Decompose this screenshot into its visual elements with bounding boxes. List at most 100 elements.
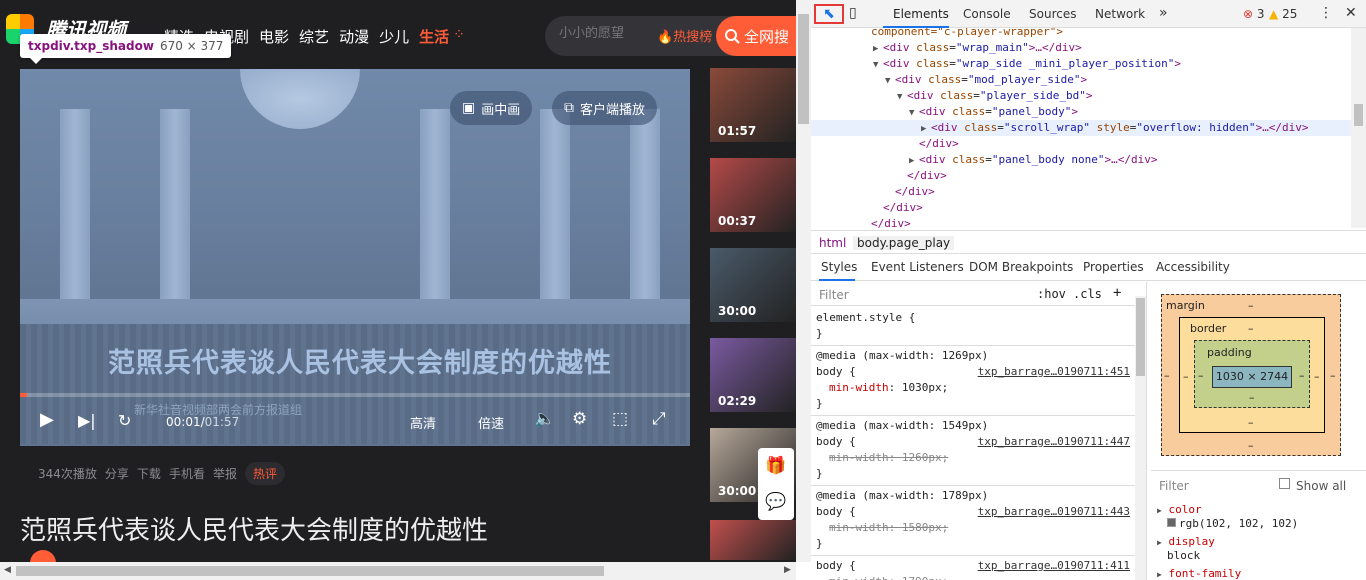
- dom-node[interactable]: ▶ <div class="panel_body none">…</div>: [909, 152, 1157, 168]
- playlist-item[interactable]: 01:57: [710, 68, 796, 142]
- search-button[interactable]: 全网搜: [716, 16, 796, 56]
- css-property[interactable]: min-width: 1260px;: [829, 450, 948, 466]
- dom-node[interactable]: ▼ <div class="panel_body">: [909, 104, 1078, 120]
- tab-sources[interactable]: Sources: [1029, 7, 1076, 21]
- fullscreen-icon[interactable]: ⤢: [652, 409, 666, 429]
- tab-styles[interactable]: Styles: [821, 260, 857, 274]
- tab-elements[interactable]: Elements: [893, 7, 949, 21]
- tab-console[interactable]: Console: [963, 7, 1011, 21]
- gift-icon[interactable]: 🎁: [758, 448, 794, 484]
- dom-node[interactable]: ▶ <div class="scroll_wrap" style="overflo…: [811, 120, 1351, 136]
- video-player[interactable]: ▣ 画中画 ⧉ 客户端播放 范照兵代表谈人民代表大会制度的优越性 新华社音视频部两会…: [20, 69, 690, 446]
- playlist-item[interactable]: 30:00: [710, 248, 796, 322]
- loop-icon[interactable]: ↻: [118, 411, 131, 430]
- warning-count[interactable]: ▲ 25: [1269, 7, 1297, 21]
- computed-property[interactable]: ▶ color: [1157, 503, 1202, 516]
- dom-node[interactable]: </div>: [897, 168, 947, 184]
- tab-network[interactable]: Network: [1095, 7, 1145, 21]
- dom-node[interactable]: </div>: [885, 184, 935, 200]
- computed-property[interactable]: ▶ display: [1157, 535, 1215, 548]
- css-property[interactable]: min-width: 1580px;: [829, 520, 948, 536]
- styles-scroll-thumb[interactable]: [1136, 298, 1145, 376]
- stylesheet-source-link[interactable]: txp_barrage…0190711:451: [978, 364, 1130, 380]
- search-input[interactable]: [559, 26, 669, 41]
- widescreen-icon[interactable]: ⬚: [612, 409, 628, 429]
- styles-filter-input[interactable]: Filter: [819, 288, 849, 302]
- share-link[interactable]: 分享: [105, 465, 129, 482]
- scroll-right-arrow-icon[interactable]: ▶: [784, 565, 791, 575]
- settings-gear-icon[interactable]: ⚙: [572, 409, 587, 429]
- dom-node[interactable]: </div>: [861, 216, 911, 228]
- comment-bubble-icon[interactable]: 💬: [758, 484, 794, 520]
- dom-node[interactable]: ▼ <div class="mod_player_side">: [885, 72, 1087, 88]
- dom-tree[interactable]: component="c-player-wrapper"> ▶ <div class…: [811, 28, 1366, 228]
- dom-scroll-thumb[interactable]: [1354, 104, 1363, 126]
- next-icon[interactable]: ▶|: [78, 411, 96, 430]
- kebab-menu-icon[interactable]: ⋮: [1319, 5, 1333, 21]
- css-property[interactable]: min-width: 1790px;: [829, 574, 948, 580]
- mobile-link[interactable]: 手机看: [169, 465, 205, 482]
- border-top-value: –: [1248, 322, 1254, 335]
- quality-button[interactable]: 高清: [410, 413, 436, 432]
- nav-item-kids[interactable]: 少儿: [379, 26, 409, 47]
- dom-node[interactable]: ▼ <div class="wrap_side _mini_player_posi…: [873, 56, 1181, 72]
- tab-dom-breakpoints[interactable]: DOM Breakpoints: [969, 260, 1073, 274]
- nav-item-anime[interactable]: 动漫: [339, 26, 369, 47]
- device-toggle-icon[interactable]: ▯: [849, 5, 857, 21]
- breadcrumb-html[interactable]: html: [815, 236, 850, 250]
- hov-toggle[interactable]: :hov: [1037, 287, 1066, 301]
- stylesheet-source-link[interactable]: txp_barrage…0190711:447: [978, 434, 1130, 450]
- stylesheet-source-link[interactable]: txp_barrage…0190711:443: [978, 504, 1130, 520]
- playlist-item[interactable]: 02:29: [710, 338, 796, 412]
- dom-node[interactable]: </div>: [909, 136, 959, 152]
- vertical-scrollbar[interactable]: [796, 0, 811, 562]
- pip-button[interactable]: ▣ 画中画: [450, 91, 533, 125]
- scroll-left-arrow-icon[interactable]: ◀: [4, 565, 11, 575]
- box-model-content[interactable]: 1030 × 2744: [1212, 366, 1292, 388]
- dom-scrollbar[interactable]: [1351, 28, 1366, 228]
- tab-event-listeners[interactable]: Event Listeners: [871, 260, 964, 274]
- dom-node[interactable]: </div>: [873, 200, 923, 216]
- tab-accessibility[interactable]: Accessibility: [1156, 260, 1230, 274]
- playlist-item[interactable]: [710, 520, 796, 560]
- cls-toggle[interactable]: .cls: [1073, 287, 1102, 301]
- dom-node[interactable]: ▼ <div class="player_side_bd">: [897, 88, 1092, 104]
- box-model-border[interactable]: border – – – – padding – – – 1030 × 2744: [1179, 317, 1325, 433]
- vertical-scroll-thumb[interactable]: [798, 14, 809, 124]
- css-property[interactable]: min-width: 1030px;: [829, 380, 948, 396]
- report-link[interactable]: 举报: [213, 465, 237, 482]
- hot-comment-button[interactable]: 热评: [244, 462, 285, 485]
- computed-filter-input[interactable]: Filter: [1159, 479, 1189, 493]
- tab-properties[interactable]: Properties: [1083, 260, 1144, 274]
- computed-property[interactable]: ▶ font-family: [1157, 567, 1241, 580]
- dom-node[interactable]: ▶ <div class="wrap_main">…</div>: [873, 40, 1082, 56]
- nav-item-variety[interactable]: 综艺: [299, 26, 329, 47]
- download-link[interactable]: 下载: [137, 465, 161, 482]
- progress-bar[interactable]: [20, 393, 690, 397]
- error-count[interactable]: ⊗ 3: [1243, 7, 1265, 21]
- show-all-checkbox[interactable]: [1279, 478, 1290, 489]
- nav-item-movie[interactable]: 电影: [259, 26, 289, 47]
- volume-icon[interactable]: 🔈: [534, 409, 555, 429]
- box-model-padding[interactable]: padding – – – 1030 × 2744: [1194, 340, 1310, 408]
- client-play-button[interactable]: ⧉ 客户端播放: [552, 91, 658, 125]
- speed-button[interactable]: 倍速: [478, 413, 504, 432]
- close-icon[interactable]: ✕: [1345, 5, 1357, 21]
- dom-node[interactable]: component="c-player-wrapper">: [861, 28, 1063, 40]
- playlist-item[interactable]: 00:37: [710, 158, 796, 232]
- more-tabs-chevron-icon[interactable]: »: [1159, 5, 1168, 21]
- play-icon[interactable]: ▶: [40, 409, 54, 430]
- more-dots-icon[interactable]: ⁘: [453, 27, 465, 47]
- nav-item-life[interactable]: 生活: [419, 26, 449, 47]
- styles-scrollbar[interactable]: [1135, 296, 1146, 580]
- breadcrumb-body[interactable]: body.page_play: [853, 236, 955, 250]
- rule-separator: [811, 415, 1135, 416]
- stylesheet-source-link[interactable]: txp_barrage…0190711:411: [978, 558, 1130, 574]
- horizontal-scrollbar[interactable]: ◀ ▶: [0, 562, 796, 580]
- box-model-margin[interactable]: margin – – – – border – – – – padding – …: [1161, 294, 1341, 456]
- inspect-element-icon[interactable]: ⬉: [814, 4, 844, 24]
- new-rule-plus-icon[interactable]: +: [1113, 285, 1121, 301]
- hot-search-link[interactable]: 🔥热搜榜: [657, 26, 712, 45]
- horizontal-scroll-thumb[interactable]: [16, 566, 604, 576]
- inspect-highlight-overlay: [20, 69, 690, 446]
